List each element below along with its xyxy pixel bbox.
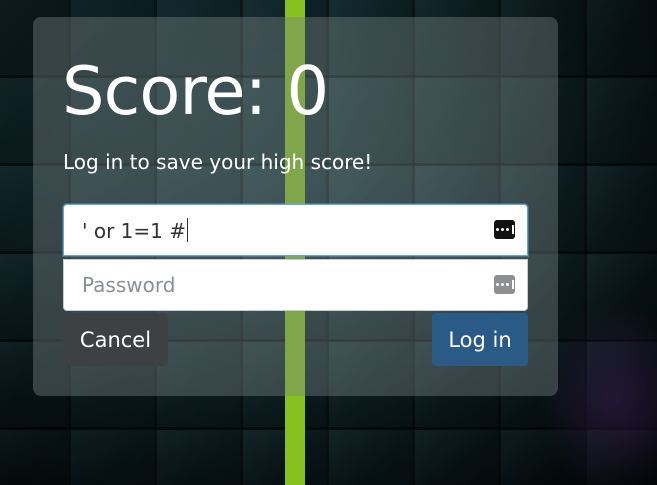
login-prompt: Log in to save your high score! xyxy=(63,150,373,174)
cancel-button[interactable]: Cancel xyxy=(63,313,168,366)
text-caret xyxy=(187,218,188,242)
password-input[interactable]: Password xyxy=(63,259,528,311)
score-heading: Score: 0 xyxy=(62,52,329,130)
username-input[interactable]: ' or 1=1 # xyxy=(63,204,528,256)
login-button[interactable]: Log in xyxy=(432,313,528,366)
game-screen: Score: 0 Log in to save your high score!… xyxy=(0,0,657,485)
username-value: ' or 1=1 # xyxy=(82,218,188,243)
password-manager-icon[interactable] xyxy=(494,275,515,294)
password-manager-icon[interactable] xyxy=(494,220,515,239)
password-placeholder: Password xyxy=(82,273,176,297)
